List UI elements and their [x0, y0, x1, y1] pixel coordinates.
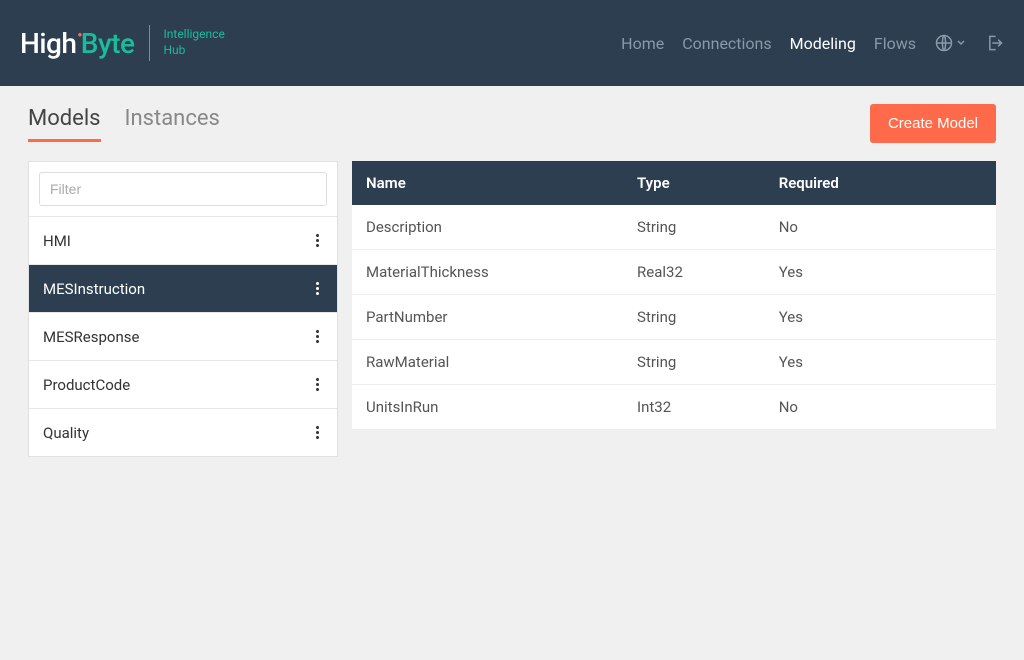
brand-dot-icon: ● [77, 30, 81, 39]
attribute-table: Name Type Required Description String No… [352, 161, 996, 457]
brand-subtitle-line2: Hub [164, 43, 225, 59]
header-required: Required [779, 174, 982, 192]
cell-type: Int32 [637, 398, 779, 416]
logo-divider [149, 25, 150, 61]
cell-required: Yes [779, 308, 982, 326]
table-row: RawMaterial String Yes [352, 340, 996, 385]
cell-name: PartNumber [366, 308, 637, 326]
cell-name: MaterialThickness [366, 263, 637, 281]
cell-type: String [637, 308, 779, 326]
cell-type: String [637, 353, 779, 371]
header-name: Name [366, 174, 637, 192]
cell-name: RawMaterial [366, 353, 637, 371]
cell-name: UnitsInRun [366, 398, 637, 416]
tab-models[interactable]: Models [28, 106, 101, 142]
create-model-button[interactable]: Create Model [870, 104, 996, 143]
brand-name-part1: High [20, 27, 76, 60]
nav-connections[interactable]: Connections [682, 34, 771, 53]
cell-required: Yes [779, 263, 982, 281]
table-row: UnitsInRun Int32 No [352, 385, 996, 430]
tab-instances[interactable]: Instances [125, 106, 220, 142]
kebab-icon[interactable] [312, 422, 323, 443]
header-type: Type [637, 174, 779, 192]
main-area: HMI MESInstruction MESResponse ProductCo… [28, 161, 996, 457]
table-row: PartNumber String Yes [352, 295, 996, 340]
brand-logo: High●Byte [20, 27, 135, 60]
model-item-mesresponse[interactable]: MESResponse [29, 312, 337, 360]
tabs-row: Models Instances Create Model [28, 104, 996, 143]
model-item-label: Quality [43, 424, 89, 442]
model-item-label: ProductCode [43, 376, 130, 394]
model-item-label: MESInstruction [43, 280, 145, 298]
top-nav: Home Connections Modeling Flows [621, 33, 1004, 53]
model-item-hmi[interactable]: HMI [29, 216, 337, 264]
filter-input[interactable] [39, 172, 327, 206]
table-row: Description String No [352, 205, 996, 250]
brand-name-part2: Byte [81, 27, 135, 60]
table-row: MaterialThickness Real32 Yes [352, 250, 996, 295]
app-header: High●Byte Intelligence Hub Home Connecti… [0, 0, 1024, 86]
model-item-label: HMI [43, 232, 71, 250]
table-header: Name Type Required [352, 161, 996, 205]
cell-name: Description [366, 218, 637, 236]
cell-type: String [637, 218, 779, 236]
model-item-mesinstruction[interactable]: MESInstruction [29, 264, 337, 312]
nav-modeling[interactable]: Modeling [790, 34, 856, 53]
kebab-icon[interactable] [312, 278, 323, 299]
tabs: Models Instances [28, 106, 220, 142]
model-item-productcode[interactable]: ProductCode [29, 360, 337, 408]
kebab-icon[interactable] [312, 230, 323, 251]
nav-flows[interactable]: Flows [874, 34, 916, 53]
brand-subtitle-line1: Intelligence [164, 27, 225, 43]
content-area: Models Instances Create Model HMI MESIns… [0, 86, 1024, 475]
globe-icon[interactable] [934, 33, 966, 53]
logout-icon[interactable] [984, 33, 1004, 53]
brand-subtitle: Intelligence Hub [164, 27, 225, 58]
model-sidebar: HMI MESInstruction MESResponse ProductCo… [28, 161, 338, 457]
model-list: HMI MESInstruction MESResponse ProductCo… [29, 216, 337, 456]
cell-required: No [779, 218, 982, 236]
model-item-quality[interactable]: Quality [29, 408, 337, 456]
model-item-label: MESResponse [43, 328, 139, 346]
logo-section: High●Byte Intelligence Hub [20, 25, 225, 61]
cell-type: Real32 [637, 263, 779, 281]
nav-home[interactable]: Home [621, 34, 664, 53]
filter-wrap [29, 162, 337, 216]
cell-required: Yes [779, 353, 982, 371]
kebab-icon[interactable] [312, 326, 323, 347]
cell-required: No [779, 398, 982, 416]
kebab-icon[interactable] [312, 374, 323, 395]
